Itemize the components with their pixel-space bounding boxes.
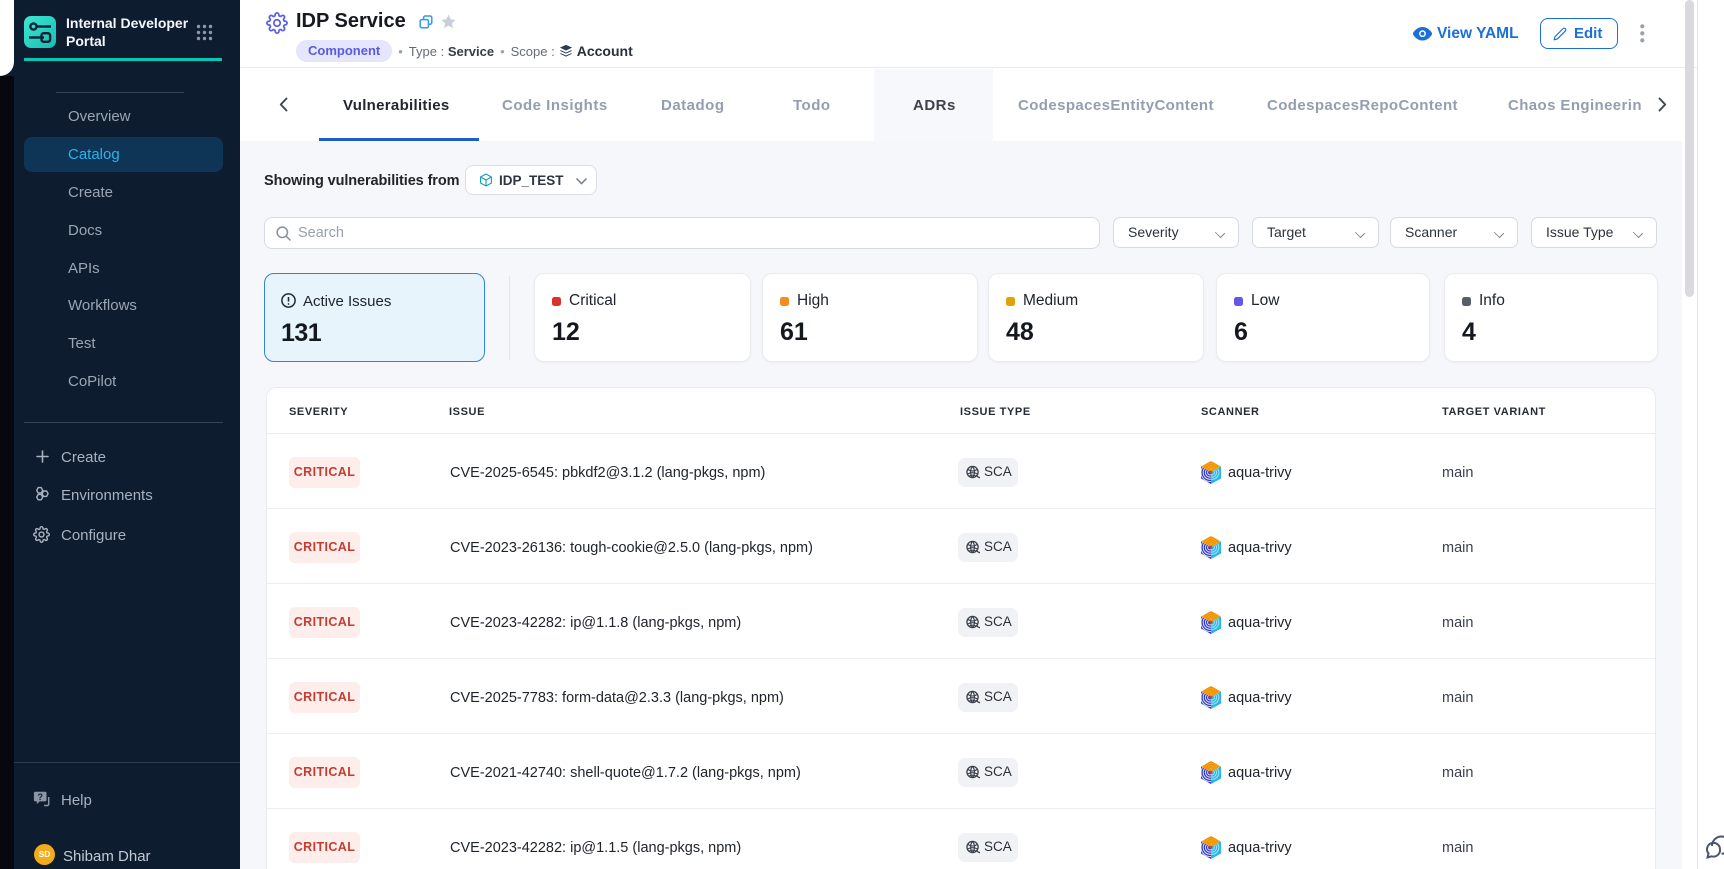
svg-text:?: ? <box>37 792 43 802</box>
